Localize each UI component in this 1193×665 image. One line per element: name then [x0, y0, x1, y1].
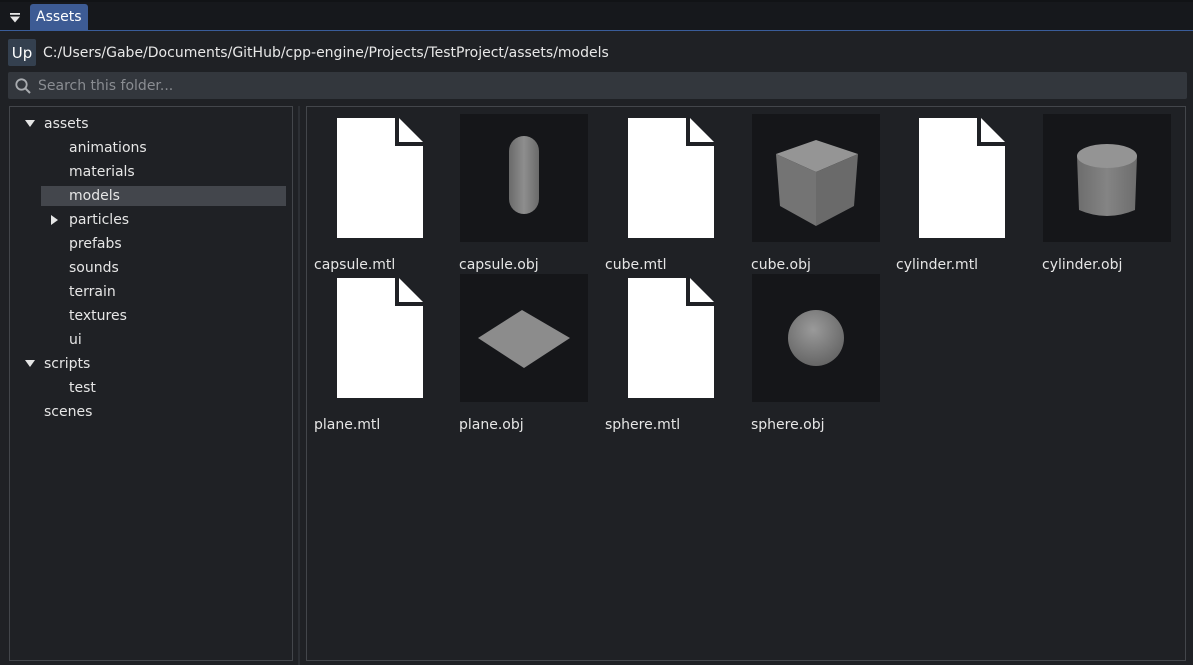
file-name: plane.obj	[459, 417, 524, 433]
panel-menu-button[interactable]	[4, 8, 26, 28]
file-tile[interactable]: sphere.mtl	[605, 272, 735, 433]
file-tile[interactable]: cylinder.mtl	[896, 112, 1026, 273]
file-tile[interactable]: cube.obj	[751, 112, 881, 273]
file-icon	[919, 118, 1005, 238]
tree-item-label: textures	[69, 308, 127, 324]
tree-item[interactable]: materials	[69, 162, 135, 182]
file-tile[interactable]: capsule.mtl	[314, 112, 444, 273]
file-grid: capsule.mtl capsule.obj cube.mtl cube.obj cy…	[306, 106, 1186, 661]
file-name: capsule.mtl	[314, 257, 396, 273]
plane-thumbnail	[460, 274, 588, 402]
expand-arrow-down-icon[interactable]	[24, 354, 36, 374]
tree-item-label: prefabs	[69, 236, 122, 252]
cube-thumbnail	[752, 114, 880, 242]
up-button[interactable]: Up	[8, 39, 36, 66]
triangle-down-icon	[10, 13, 20, 23]
tree-item[interactable]: assets	[25, 114, 89, 134]
file-name: cube.mtl	[605, 257, 667, 273]
current-path: C:/Users/Gabe/Documents/GitHub/cpp-engin…	[43, 44, 609, 61]
cylinder-thumbnail	[1043, 114, 1171, 242]
file-icon	[337, 278, 423, 398]
panel-splitter[interactable]	[298, 106, 300, 665]
tree-item[interactable]: prefabs	[69, 234, 122, 254]
tree-item[interactable]: textures	[69, 306, 127, 326]
file-tile[interactable]: cylinder.obj	[1042, 112, 1172, 273]
tree-item-label: models	[69, 188, 120, 204]
tab-bar: Assets	[0, 2, 1193, 31]
file-tile[interactable]: plane.mtl	[314, 272, 444, 433]
file-name: cube.obj	[751, 257, 811, 273]
tree-item[interactable]: animations	[69, 138, 147, 158]
tree-item-label: particles	[69, 212, 130, 228]
tab-assets[interactable]: Assets	[30, 4, 88, 30]
path-bar: Up C:/Users/Gabe/Documents/GitHub/cpp-en…	[8, 39, 609, 66]
file-name: cylinder.obj	[1042, 257, 1123, 273]
tree-item[interactable]: test	[69, 378, 96, 398]
file-tile[interactable]: plane.obj	[459, 272, 589, 433]
file-name: plane.mtl	[314, 417, 381, 433]
folder-tree: assets animations materials models particles…	[9, 106, 293, 661]
file-icon	[628, 118, 714, 238]
file-icon	[337, 118, 423, 238]
tree-item-label: scripts	[44, 356, 91, 372]
file-name: cylinder.mtl	[896, 257, 979, 273]
tree-item[interactable]: scripts	[25, 354, 91, 374]
tree-item[interactable]: terrain	[69, 282, 116, 302]
file-tile[interactable]: cube.mtl	[605, 112, 735, 273]
tree-item[interactable]: scenes	[44, 402, 92, 422]
search-bar[interactable]	[8, 72, 1187, 99]
tab-label: Assets	[36, 9, 82, 25]
search-icon	[15, 77, 31, 94]
tree-item-label: materials	[69, 164, 135, 180]
tree-item-label: ui	[69, 332, 82, 348]
expand-arrow-right-icon[interactable]	[49, 210, 61, 230]
tree-item-label: scenes	[44, 404, 93, 420]
tree-item-label: test	[69, 380, 96, 396]
tree-item-label: terrain	[69, 284, 116, 300]
expand-arrow-down-icon[interactable]	[24, 114, 36, 134]
file-name: capsule.obj	[459, 257, 539, 273]
tree-item[interactable]: sounds	[69, 258, 119, 278]
file-icon	[628, 278, 714, 398]
tree-item[interactable]: particles	[51, 210, 130, 230]
assets-panel: Assets Up C:/Users/Gabe/Documents/GitHub…	[0, 0, 1193, 665]
file-name: sphere.obj	[751, 417, 825, 433]
search-input[interactable]	[36, 76, 1160, 95]
file-tile[interactable]: capsule.obj	[459, 112, 589, 273]
file-name: sphere.mtl	[605, 417, 681, 433]
tree-item-label: assets	[44, 116, 89, 132]
sphere-thumbnail	[752, 274, 880, 402]
tree-item[interactable]: ui	[69, 330, 82, 350]
tree-item[interactable]: models	[41, 186, 286, 206]
tree-item-label: animations	[69, 140, 147, 156]
capsule-thumbnail	[460, 114, 588, 242]
file-tile[interactable]: sphere.obj	[751, 272, 881, 433]
tree-item-label: sounds	[69, 260, 119, 276]
up-button-label: Up	[11, 43, 33, 62]
